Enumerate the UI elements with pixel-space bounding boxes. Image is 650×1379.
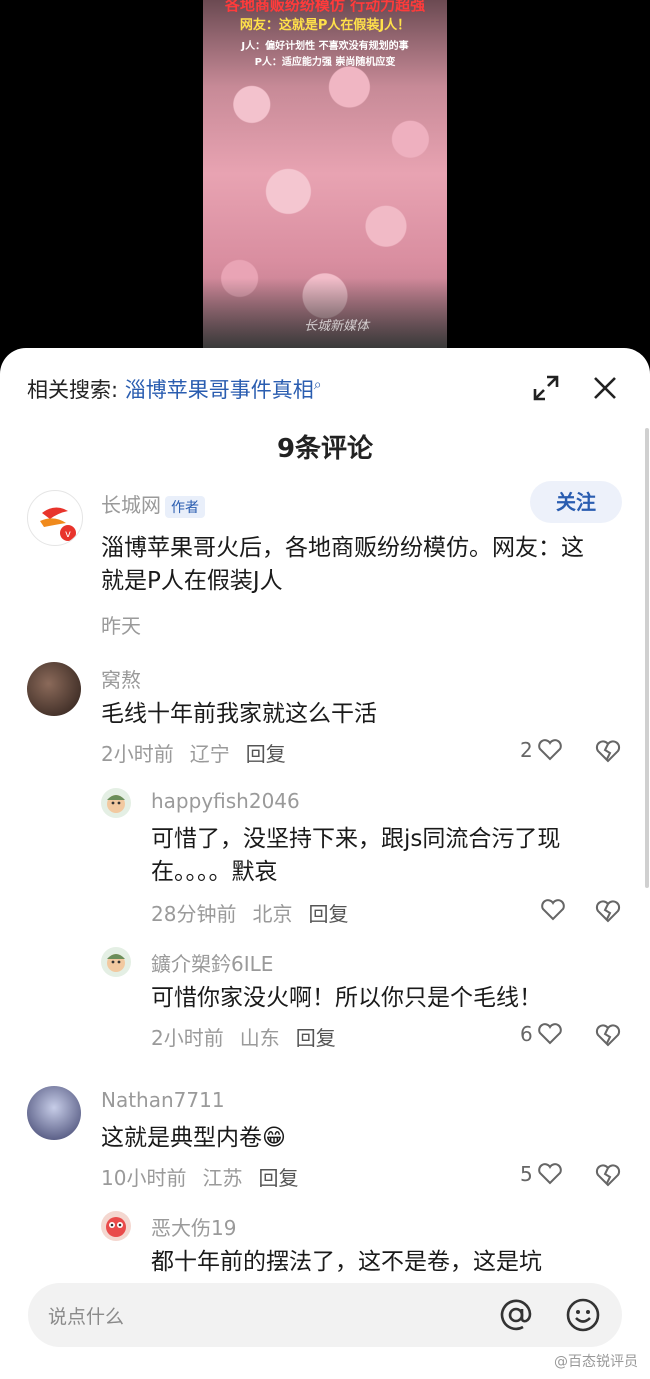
watermark-credit: @百态锐评员: [554, 1354, 638, 1370]
reply-button[interactable]: 回复: [258, 1166, 298, 1190]
like-count: 6: [520, 1022, 533, 1046]
comment-text[interactable]: 这就是典型内卷😁: [101, 1122, 286, 1155]
comment-location: 北京: [252, 902, 293, 926]
comment-time: 2小时前: [151, 1026, 224, 1050]
comment-text[interactable]: 可惜你家没火啊！所以你只是个毛线！: [151, 982, 542, 1015]
cartoon-face-icon: [106, 1217, 126, 1237]
comment-time: 10小时前: [101, 1166, 187, 1190]
reply-button[interactable]: 回复: [308, 902, 348, 926]
avatar[interactable]: [101, 947, 131, 977]
video-frame[interactable]: 各地商贩纷纷模仿 行动力超强 网友：这就是P人在假装J人！ J人：偏好计划性 不…: [203, 0, 447, 348]
comment-location: 山东: [239, 1026, 280, 1050]
author-tag: 作者: [165, 495, 205, 518]
comment-text[interactable]: 可惜了，没坚持下来，跟js同流合污了现在。。。。默哀: [151, 823, 621, 889]
comment-input-placeholder: 说点什么: [48, 1306, 125, 1328]
cartoon-face-icon: [107, 795, 125, 813]
comment-time: 28分钟前: [151, 902, 237, 926]
broken-heart-icon[interactable]: [594, 898, 622, 924]
comment-text[interactable]: 淄博苹果哥火后，各地商贩纷纷模仿。网友：这就是P人在假装J人: [101, 532, 601, 598]
comment-meta: 2小时前 辽宁 回复: [101, 738, 302, 767]
like-button[interactable]: 6: [520, 1022, 563, 1046]
like-button[interactable]: 2: [520, 738, 563, 762]
brand-logo-icon: v: [40, 507, 76, 541]
comment-text[interactable]: 毛线十年前我家就这么干活: [101, 698, 377, 731]
video-caption-1: 各地商贩纷纷模仿 行动力超强: [224, 0, 426, 14]
like-count: 2: [520, 738, 533, 762]
svg-text:v: v: [65, 529, 71, 540]
related-search[interactable]: 相关搜索: 淄博苹果哥事件真相⌕: [27, 374, 322, 404]
heart-icon: [537, 1163, 562, 1185]
related-search-label: 相关搜索:: [27, 378, 119, 402]
comment-author[interactable]: 恶大伤19: [151, 1212, 236, 1241]
comment-time: 2小时前: [101, 742, 174, 766]
comment-author[interactable]: happyfish2046: [151, 789, 300, 813]
author-name: 长城网: [101, 493, 161, 517]
video-player[interactable]: 各地商贩纷纷模仿 行动力超强 网友：这就是P人在假装J人！ J人：偏好计划性 不…: [0, 0, 650, 360]
comment-time: 昨天: [101, 614, 141, 638]
reply-button[interactable]: 回复: [296, 1026, 336, 1050]
like-button[interactable]: [540, 898, 566, 922]
video-watermark: 长城新媒体: [303, 319, 369, 334]
reply-button[interactable]: 回复: [246, 742, 286, 766]
emoji-icon[interactable]: [565, 1297, 601, 1333]
close-icon[interactable]: [590, 373, 620, 403]
like-button[interactable]: 5: [520, 1162, 563, 1186]
heart-icon: [541, 899, 565, 921]
cartoon-face-icon: [107, 954, 125, 972]
avatar[interactable]: [101, 788, 131, 818]
related-search-query[interactable]: 淄博苹果哥事件真相: [125, 378, 314, 402]
mention-icon[interactable]: [498, 1297, 534, 1333]
comment-author[interactable]: 窝熬: [101, 664, 141, 693]
avatar[interactable]: [101, 1211, 131, 1241]
broken-heart-icon[interactable]: [594, 1162, 622, 1188]
comment-location: 辽宁: [189, 742, 230, 766]
comment-author[interactable]: 长城网 作者: [101, 489, 205, 518]
comment-meta: 10小时前 江苏 回复: [101, 1162, 314, 1191]
broken-heart-icon[interactable]: [594, 1022, 622, 1048]
comment-author[interactable]: Nathan7711: [101, 1088, 225, 1112]
search-icon: ⌕: [313, 377, 322, 393]
video-caption-4: P人：适应能力强 崇尚随机应变: [254, 57, 396, 68]
comment-count: 9条评论: [276, 434, 374, 464]
comment-meta: 28分钟前 北京 回复: [151, 898, 364, 927]
comment-meta: 2小时前 山东 回复: [151, 1022, 352, 1051]
avatar[interactable]: [27, 662, 81, 716]
comments-sheet: 相关搜索: 淄博苹果哥事件真相⌕ 9条评论 v 长城网 作者 关注 淄博苹果哥火后…: [0, 348, 650, 1379]
avatar[interactable]: [27, 1086, 81, 1140]
comment-input[interactable]: 说点什么: [28, 1283, 622, 1347]
heart-icon: [537, 1023, 562, 1045]
like-count: 5: [520, 1162, 533, 1186]
expand-icon[interactable]: [531, 373, 561, 403]
video-caption-3: J人：偏好计划性 不喜欢没有规划的事: [241, 41, 409, 52]
comment-input-bar: 说点什么 @百态锐评员: [0, 1273, 650, 1379]
heart-icon: [537, 739, 562, 761]
video-shade: [203, 278, 447, 348]
comment-location: 江苏: [202, 1166, 243, 1190]
video-caption-2: 网友：这就是P人在假装J人！: [239, 18, 411, 33]
broken-heart-icon[interactable]: [594, 738, 622, 764]
scrollbar[interactable]: [645, 428, 649, 888]
follow-button[interactable]: 关注: [530, 481, 622, 523]
avatar[interactable]: v: [27, 490, 83, 546]
comment-author[interactable]: 鑛介槊鈐6ILE: [151, 948, 273, 977]
